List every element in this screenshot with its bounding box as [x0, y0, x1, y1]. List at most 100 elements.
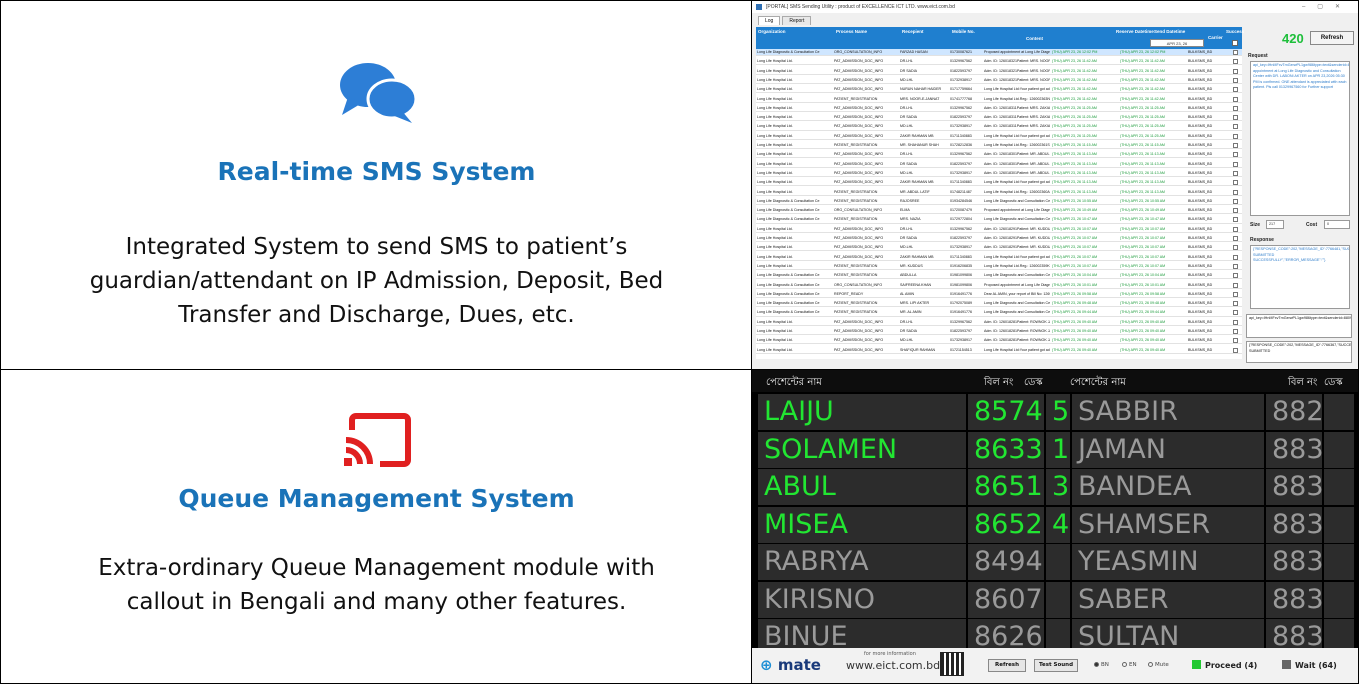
table-row[interactable]: Long Life Hospital Ltd. PAT_ADMISSION_DOC…: [756, 235, 1242, 243]
success-checkbox[interactable]: [1233, 152, 1238, 158]
send-date-filter[interactable]: APR 23, 26: [1150, 39, 1204, 47]
queue-bill-cell-text: 8831: [1272, 433, 1322, 465]
queue-feature-title: Queue Management System: [178, 484, 575, 513]
table-row[interactable]: Long Life Hospital Ltd. PAT_ADMISSION_DOC…: [756, 86, 1242, 94]
success-checkbox[interactable]: [1233, 198, 1238, 204]
table-row[interactable]: Long Life Hospital Ltd. PAT_ADMISSION_DOC…: [756, 244, 1242, 252]
success-checkbox[interactable]: [1233, 115, 1238, 121]
success-checkbox[interactable]: [1233, 319, 1238, 325]
table-cell: ZAKIR RAHMAN MB: [900, 133, 934, 138]
table-row[interactable]: Long Life Hospital Ltd. PAT_ADMISSION_DOC…: [756, 161, 1242, 168]
success-checkbox[interactable]: [1233, 87, 1238, 93]
table-row[interactable]: Long Life Hospital Ltd. PAT_ADMISSION_DOC…: [756, 123, 1242, 131]
lang-bn-radio[interactable]: BN: [1094, 662, 1109, 668]
table-row[interactable]: Long Life Hospital Ltd. PAT_ADMISSION_DOC…: [756, 68, 1242, 75]
success-checkbox[interactable]: [1233, 96, 1238, 102]
test-sound-button[interactable]: Test Sound: [1034, 659, 1078, 672]
window-controls-icon[interactable]: –▢✕: [1302, 1, 1352, 13]
response-history[interactable]: {"RESPONSE_CODE":202,"MESSAGE_ID":776636…: [1246, 341, 1352, 363]
table-row[interactable]: Long Life Diagnostic & Consultation Ce PA…: [756, 216, 1242, 224]
success-checkbox[interactable]: [1233, 282, 1238, 288]
table-row[interactable]: Long Life Hospital Ltd. PAT_ADMISSION_DOC…: [756, 77, 1242, 85]
cost-field[interactable]: 0: [1324, 220, 1350, 229]
table-cell: 01748211487: [950, 189, 972, 194]
col-carrier[interactable]: Carrier: [1208, 35, 1223, 40]
success-checkbox[interactable]: [1233, 208, 1238, 214]
success-checkbox[interactable]: [1233, 291, 1238, 297]
success-checkbox[interactable]: [1233, 310, 1238, 316]
lang-mute-radio[interactable]: Mute: [1148, 662, 1169, 668]
table-row[interactable]: Long Life Hospital Ltd. PAT_ADMISSION_DOC…: [756, 347, 1242, 354]
table-row[interactable]: Long Life Hospital Ltd. PAT_ADMISSION_DOC…: [756, 319, 1242, 326]
table-row[interactable]: Long Life Hospital Ltd. PAT_ADMISSION_DOC…: [756, 58, 1242, 66]
table-row[interactable]: Long Life Diagnostic & Consultation Ce PA…: [756, 300, 1242, 308]
table-cell: (THU) APR 23, 26 09:58 AM: [1120, 291, 1166, 296]
success-checkbox[interactable]: [1233, 263, 1238, 269]
success-checkbox[interactable]: [1233, 347, 1238, 353]
success-checkbox[interactable]: [1233, 143, 1238, 148]
table-row[interactable]: Long Life Hospital Ltd. PATIENT_REGISTRAT…: [756, 263, 1242, 271]
success-checkbox[interactable]: [1233, 161, 1238, 167]
table-row[interactable]: Long Life Hospital Ltd. PAT_ADMISSION_DOC…: [756, 254, 1242, 261]
table-row[interactable]: Long Life Diagnostic & Consultation Ce OR…: [756, 282, 1242, 289]
success-checkbox[interactable]: [1233, 301, 1238, 307]
tab-report[interactable]: Report: [782, 16, 812, 25]
success-filter-checkbox[interactable]: [1232, 40, 1238, 46]
refresh-button[interactable]: Refresh: [1310, 31, 1354, 45]
success-checkbox[interactable]: [1233, 170, 1238, 176]
success-checkbox[interactable]: [1233, 273, 1238, 279]
request-textbox[interactable]: api_key=lHnMFxvTmGerwPL1gw986type=text&s…: [1250, 61, 1350, 216]
request-history[interactable]: api_key=lHnMFxvTmGerwPL1gw986type=text&s…: [1246, 314, 1352, 338]
success-checkbox[interactable]: [1233, 245, 1238, 251]
table-cell: (THU) APR 23, 26 10:01 AM: [1120, 282, 1166, 287]
table-row[interactable]: Long Life Hospital Ltd. PAT_ADMISSION_DOC…: [756, 337, 1242, 345]
queue-name-cell-text: KIRISNO: [764, 583, 875, 615]
col-mobile[interactable]: Mobile No.: [952, 29, 975, 34]
table-cell: BULKSMS_BD: [1188, 217, 1213, 222]
success-checkbox[interactable]: [1233, 329, 1238, 334]
table-row[interactable]: Long Life Hospital Ltd. PAT_ADMISSION_DOC…: [756, 114, 1242, 122]
table-row[interactable]: Long Life Hospital Ltd. PAT_ADMISSION_DOC…: [756, 170, 1242, 178]
success-checkbox[interactable]: [1233, 133, 1238, 139]
success-checkbox[interactable]: [1233, 124, 1238, 130]
col-recepient[interactable]: Recepient: [902, 29, 924, 34]
success-checkbox[interactable]: [1233, 105, 1238, 111]
success-checkbox[interactable]: [1233, 77, 1238, 83]
col-reserve-datetime[interactable]: Reserve Datetime: [1116, 29, 1154, 34]
table-row[interactable]: Long Life Diagnostic & Consultation Ce PA…: [756, 198, 1242, 205]
success-checkbox[interactable]: [1233, 59, 1238, 65]
success-checkbox[interactable]: [1233, 217, 1238, 223]
size-field[interactable]: 217: [1266, 220, 1284, 229]
success-checkbox[interactable]: [1233, 68, 1238, 74]
table-row[interactable]: Long Life Hospital Ltd. PAT_ADMISSION_DOC…: [756, 328, 1242, 336]
success-checkbox[interactable]: [1233, 50, 1238, 55]
queue-refresh-button[interactable]: Refresh: [988, 659, 1026, 672]
success-checkbox[interactable]: [1233, 189, 1238, 195]
success-checkbox[interactable]: [1233, 180, 1238, 186]
table-row[interactable]: Long Life Diagnostic & Consultation Ce PA…: [756, 272, 1242, 280]
table-row[interactable]: Long Life Diagnostic & Consultation Ce OR…: [756, 49, 1242, 57]
table-row[interactable]: Long Life Hospital Ltd. PAT_ADMISSION_DOC…: [756, 151, 1242, 159]
table-row[interactable]: Long Life Hospital Ltd. PAT_ADMISSION_DOC…: [756, 105, 1242, 112]
table-row[interactable]: Long Life Diagnostic & Consultation Ce OR…: [756, 207, 1242, 215]
table-row[interactable]: Long Life Hospital Ltd. PATIENT_REGISTRAT…: [756, 142, 1242, 150]
table-row[interactable]: Long Life Hospital Ltd. PAT_ADMISSION_DOC…: [756, 133, 1242, 140]
table-row[interactable]: Long Life Hospital Ltd. PATIENT_REGISTRAT…: [756, 189, 1242, 196]
table-row[interactable]: Long Life Diagnostic & Consultation Ce RE…: [756, 291, 1242, 298]
table-row[interactable]: Long Life Hospital Ltd. PAT_ADMISSION_DOC…: [756, 226, 1242, 233]
success-checkbox[interactable]: [1233, 236, 1238, 241]
col-process-name[interactable]: Process Name: [836, 29, 867, 34]
col-send-datetime[interactable]: Send Datetime: [1154, 29, 1185, 34]
col-content[interactable]: Content: [1026, 36, 1043, 41]
table-row[interactable]: Long Life Diagnostic & Consultation Ce PA…: [756, 309, 1242, 317]
table-row[interactable]: Long Life Hospital Ltd. PATIENT_REGISTRAT…: [756, 96, 1242, 103]
success-checkbox[interactable]: [1233, 254, 1238, 260]
tab-log[interactable]: Log: [758, 16, 781, 25]
success-checkbox[interactable]: [1233, 226, 1238, 232]
col-success[interactable]: Success: [1226, 29, 1244, 34]
response-textbox[interactable]: {"RESPONSE_CODE":202,"MESSAGE_ID":776648…: [1250, 245, 1350, 309]
success-checkbox[interactable]: [1233, 338, 1238, 344]
col-organization[interactable]: Organization: [758, 29, 786, 34]
lang-en-radio[interactable]: EN: [1122, 662, 1137, 668]
table-row[interactable]: Long Life Hospital Ltd. PAT_ADMISSION_DOC…: [756, 179, 1242, 187]
